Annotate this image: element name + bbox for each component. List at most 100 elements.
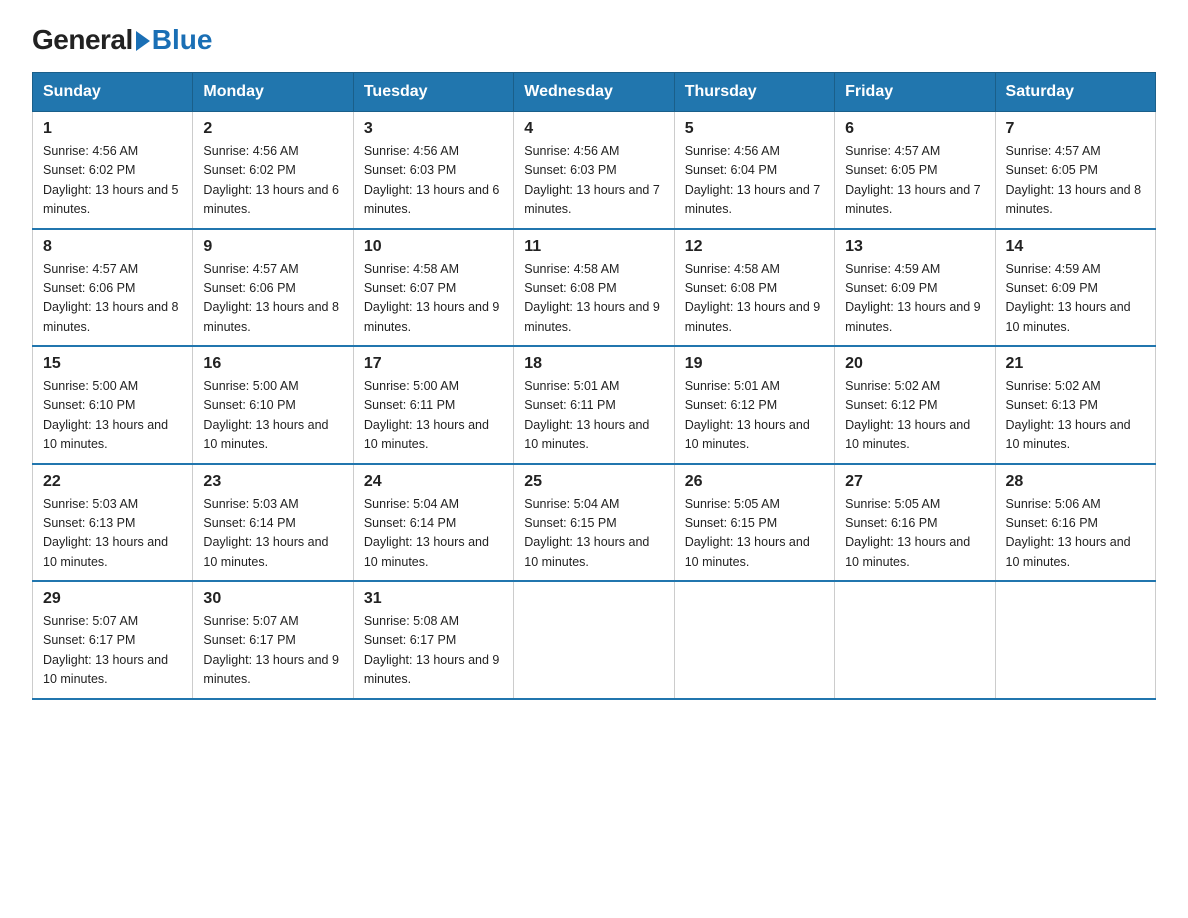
day-info: Sunrise: 5:00 AMSunset: 6:10 PMDaylight:… bbox=[203, 379, 328, 451]
calendar-day-cell: 14 Sunrise: 4:59 AMSunset: 6:09 PMDayligh… bbox=[995, 229, 1155, 347]
calendar-day-cell: 12Sunrise: 4:58 AMSunset: 6:08 PMDayligh… bbox=[674, 229, 834, 347]
calendar-day-cell: 5 Sunrise: 4:56 AMSunset: 6:04 PMDaylight… bbox=[674, 112, 834, 229]
calendar-week-row: 15 Sunrise: 5:00 AMSunset: 6:10 PMDayligh… bbox=[33, 346, 1156, 464]
weekday-header-friday: Friday bbox=[835, 73, 995, 112]
calendar-day-cell: 4 Sunrise: 4:56 AMSunset: 6:03 PMDaylight… bbox=[514, 112, 674, 229]
day-info: Sunrise: 5:07 AMSunset: 6:17 PMDaylight:… bbox=[43, 614, 168, 686]
day-number: 11 bbox=[524, 238, 663, 256]
day-info: Sunrise: 4:58 AMSunset: 6:08 PMDaylight:… bbox=[524, 262, 660, 334]
calendar-day-cell: 21 Sunrise: 5:02 AMSunset: 6:13 PMDayligh… bbox=[995, 346, 1155, 464]
day-number: 17 bbox=[364, 355, 503, 373]
day-info: Sunrise: 4:59 AMSunset: 6:09 PMDaylight:… bbox=[1006, 262, 1131, 334]
day-number: 10 bbox=[364, 238, 503, 256]
calendar-week-row: 22Sunrise: 5:03 AMSunset: 6:13 PMDayligh… bbox=[33, 464, 1156, 582]
day-info: Sunrise: 5:00 AMSunset: 6:11 PMDaylight:… bbox=[364, 379, 489, 451]
calendar-day-cell: 27 Sunrise: 5:05 AMSunset: 6:16 PMDayligh… bbox=[835, 464, 995, 582]
calendar-day-cell: 31 Sunrise: 5:08 AMSunset: 6:17 PMDayligh… bbox=[353, 581, 513, 699]
day-number: 7 bbox=[1006, 120, 1145, 138]
page-header: General Blue bbox=[32, 24, 1156, 54]
logo-general-text: General bbox=[32, 24, 133, 56]
calendar-day-cell: 30 Sunrise: 5:07 AMSunset: 6:17 PMDayligh… bbox=[193, 581, 353, 699]
day-info: Sunrise: 5:06 AMSunset: 6:16 PMDaylight:… bbox=[1006, 497, 1131, 569]
day-info: Sunrise: 5:05 AMSunset: 6:16 PMDaylight:… bbox=[845, 497, 970, 569]
day-number: 6 bbox=[845, 120, 984, 138]
calendar-day-cell: 20Sunrise: 5:02 AMSunset: 6:12 PMDayligh… bbox=[835, 346, 995, 464]
calendar-day-cell: 19 Sunrise: 5:01 AMSunset: 6:12 PMDayligh… bbox=[674, 346, 834, 464]
day-number: 9 bbox=[203, 238, 342, 256]
day-info: Sunrise: 5:01 AMSunset: 6:12 PMDaylight:… bbox=[685, 379, 810, 451]
day-number: 26 bbox=[685, 473, 824, 491]
calendar-day-cell: 28 Sunrise: 5:06 AMSunset: 6:16 PMDayligh… bbox=[995, 464, 1155, 582]
day-number: 4 bbox=[524, 120, 663, 138]
calendar-day-cell: 26Sunrise: 5:05 AMSunset: 6:15 PMDayligh… bbox=[674, 464, 834, 582]
calendar-day-cell: 22Sunrise: 5:03 AMSunset: 6:13 PMDayligh… bbox=[33, 464, 193, 582]
calendar-day-cell: 8Sunrise: 4:57 AMSunset: 6:06 PMDaylight… bbox=[33, 229, 193, 347]
day-info: Sunrise: 5:02 AMSunset: 6:13 PMDaylight:… bbox=[1006, 379, 1131, 451]
day-info: Sunrise: 5:04 AMSunset: 6:14 PMDaylight:… bbox=[364, 497, 489, 569]
day-info: Sunrise: 5:03 AMSunset: 6:14 PMDaylight:… bbox=[203, 497, 328, 569]
day-info: Sunrise: 4:56 AMSunset: 6:02 PMDaylight:… bbox=[203, 144, 339, 216]
day-info: Sunrise: 4:56 AMSunset: 6:03 PMDaylight:… bbox=[524, 144, 660, 216]
calendar-day-cell: 24 Sunrise: 5:04 AMSunset: 6:14 PMDayligh… bbox=[353, 464, 513, 582]
empty-cell bbox=[674, 581, 834, 699]
calendar-day-cell: 18Sunrise: 5:01 AMSunset: 6:11 PMDayligh… bbox=[514, 346, 674, 464]
calendar-week-row: 29 Sunrise: 5:07 AMSunset: 6:17 PMDayligh… bbox=[33, 581, 1156, 699]
day-number: 30 bbox=[203, 590, 342, 608]
day-info: Sunrise: 5:07 AMSunset: 6:17 PMDaylight:… bbox=[203, 614, 339, 686]
day-info: Sunrise: 4:58 AMSunset: 6:07 PMDaylight:… bbox=[364, 262, 500, 334]
day-info: Sunrise: 4:56 AMSunset: 6:02 PMDaylight:… bbox=[43, 144, 179, 216]
day-info: Sunrise: 4:57 AMSunset: 6:06 PMDaylight:… bbox=[203, 262, 339, 334]
calendar-day-cell: 1 Sunrise: 4:56 AMSunset: 6:02 PMDaylight… bbox=[33, 112, 193, 229]
logo-blue-text: Blue bbox=[152, 24, 213, 56]
day-number: 15 bbox=[43, 355, 182, 373]
calendar-day-cell: 15 Sunrise: 5:00 AMSunset: 6:10 PMDayligh… bbox=[33, 346, 193, 464]
day-number: 5 bbox=[685, 120, 824, 138]
day-info: Sunrise: 5:08 AMSunset: 6:17 PMDaylight:… bbox=[364, 614, 500, 686]
day-number: 1 bbox=[43, 120, 182, 138]
day-info: Sunrise: 4:59 AMSunset: 6:09 PMDaylight:… bbox=[845, 262, 981, 334]
weekday-header-saturday: Saturday bbox=[995, 73, 1155, 112]
day-number: 24 bbox=[364, 473, 503, 491]
calendar-day-cell: 16Sunrise: 5:00 AMSunset: 6:10 PMDayligh… bbox=[193, 346, 353, 464]
weekday-header-thursday: Thursday bbox=[674, 73, 834, 112]
calendar-day-cell: 10 Sunrise: 4:58 AMSunset: 6:07 PMDayligh… bbox=[353, 229, 513, 347]
day-number: 25 bbox=[524, 473, 663, 491]
day-info: Sunrise: 5:00 AMSunset: 6:10 PMDaylight:… bbox=[43, 379, 168, 451]
day-info: Sunrise: 5:02 AMSunset: 6:12 PMDaylight:… bbox=[845, 379, 970, 451]
day-number: 23 bbox=[203, 473, 342, 491]
day-number: 31 bbox=[364, 590, 503, 608]
empty-cell bbox=[514, 581, 674, 699]
day-info: Sunrise: 5:04 AMSunset: 6:15 PMDaylight:… bbox=[524, 497, 649, 569]
calendar-day-cell: 25 Sunrise: 5:04 AMSunset: 6:15 PMDayligh… bbox=[514, 464, 674, 582]
logo-triangle-icon bbox=[136, 31, 150, 51]
weekday-header-monday: Monday bbox=[193, 73, 353, 112]
weekday-header-wednesday: Wednesday bbox=[514, 73, 674, 112]
day-info: Sunrise: 4:57 AMSunset: 6:05 PMDaylight:… bbox=[1006, 144, 1142, 216]
weekday-header-row: SundayMondayTuesdayWednesdayThursdayFrid… bbox=[33, 73, 1156, 112]
day-info: Sunrise: 4:58 AMSunset: 6:08 PMDaylight:… bbox=[685, 262, 821, 334]
day-info: Sunrise: 5:01 AMSunset: 6:11 PMDaylight:… bbox=[524, 379, 649, 451]
day-number: 22 bbox=[43, 473, 182, 491]
weekday-header-sunday: Sunday bbox=[33, 73, 193, 112]
day-number: 14 bbox=[1006, 238, 1145, 256]
empty-cell bbox=[995, 581, 1155, 699]
calendar-day-cell: 29 Sunrise: 5:07 AMSunset: 6:17 PMDayligh… bbox=[33, 581, 193, 699]
day-number: 2 bbox=[203, 120, 342, 138]
weekday-header-tuesday: Tuesday bbox=[353, 73, 513, 112]
day-number: 27 bbox=[845, 473, 984, 491]
calendar-week-row: 8Sunrise: 4:57 AMSunset: 6:06 PMDaylight… bbox=[33, 229, 1156, 347]
calendar-day-cell: 13Sunrise: 4:59 AMSunset: 6:09 PMDayligh… bbox=[835, 229, 995, 347]
day-number: 19 bbox=[685, 355, 824, 373]
day-number: 28 bbox=[1006, 473, 1145, 491]
day-info: Sunrise: 4:56 AMSunset: 6:03 PMDaylight:… bbox=[364, 144, 500, 216]
logo: General Blue bbox=[32, 24, 212, 54]
calendar-day-cell: 17 Sunrise: 5:00 AMSunset: 6:11 PMDayligh… bbox=[353, 346, 513, 464]
day-number: 29 bbox=[43, 590, 182, 608]
calendar-day-cell: 7 Sunrise: 4:57 AMSunset: 6:05 PMDaylight… bbox=[995, 112, 1155, 229]
day-info: Sunrise: 4:57 AMSunset: 6:05 PMDaylight:… bbox=[845, 144, 981, 216]
day-number: 21 bbox=[1006, 355, 1145, 373]
calendar-day-cell: 9 Sunrise: 4:57 AMSunset: 6:06 PMDaylight… bbox=[193, 229, 353, 347]
day-info: Sunrise: 4:56 AMSunset: 6:04 PMDaylight:… bbox=[685, 144, 821, 216]
calendar-day-cell: 23 Sunrise: 5:03 AMSunset: 6:14 PMDayligh… bbox=[193, 464, 353, 582]
empty-cell bbox=[835, 581, 995, 699]
